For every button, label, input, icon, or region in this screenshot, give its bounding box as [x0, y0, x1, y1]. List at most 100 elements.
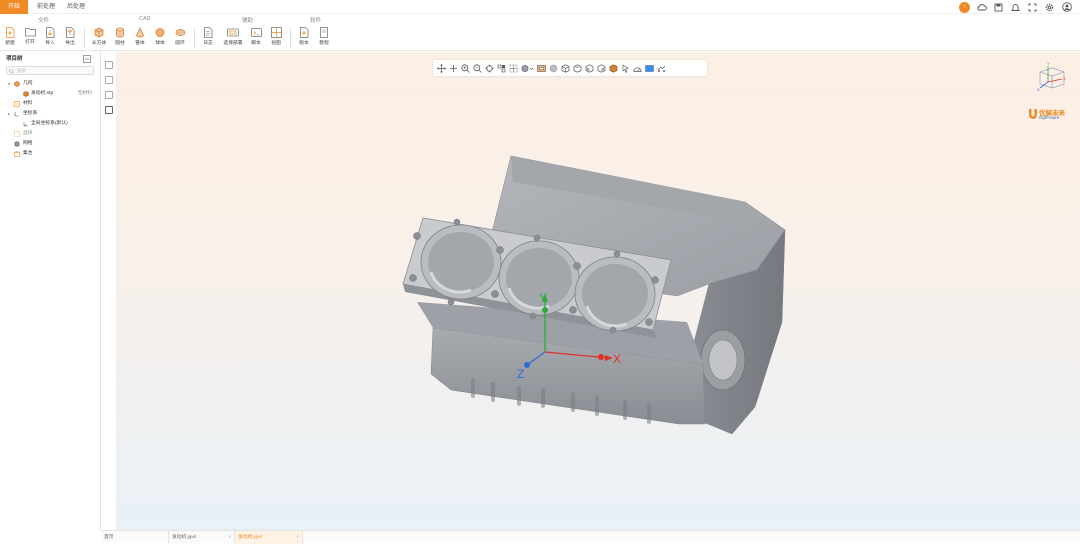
- tree-item-global-coordinate[interactable]: 全局坐标系(默认): [0, 119, 100, 129]
- tree-search-input[interactable]: 搜索: [6, 66, 94, 75]
- save-icon[interactable]: [993, 2, 1004, 13]
- view-button[interactable]: 视图: [267, 27, 285, 46]
- tab-start[interactable]: 开始: [0, 0, 28, 14]
- expand-arrow-icon[interactable]: ▸: [8, 109, 10, 119]
- measure-icon[interactable]: [632, 63, 642, 73]
- axis-y-label: Y: [539, 291, 547, 305]
- script-button-label: 脚本: [251, 41, 261, 46]
- ribbon-separator: [290, 28, 291, 48]
- zoom-in-icon[interactable]: [460, 63, 470, 73]
- tab-document-label: 发动机.yjwl: [172, 535, 196, 540]
- close-icon[interactable]: ×: [228, 531, 231, 544]
- deploy-button[interactable]: 选择部署: [222, 27, 244, 46]
- log-button-label: 日志: [203, 41, 213, 46]
- view-front-icon[interactable]: [560, 63, 570, 73]
- tab-document-active[interactable]: 发动机.yjwl ×: [235, 531, 303, 544]
- collection-icon: [14, 151, 20, 157]
- axis-z-label: Z: [517, 367, 524, 381]
- sphere-button[interactable]: 球体: [151, 27, 169, 46]
- new-button-label: 新建: [5, 41, 15, 46]
- cube-y-label: Y: [1047, 61, 1050, 66]
- version-button[interactable]: 版本: [295, 27, 313, 46]
- expand-arrow-icon[interactable]: ▾: [8, 79, 10, 89]
- mesh-icon: [14, 141, 20, 147]
- tree-item-coordinate-system[interactable]: ▸ 坐标系: [0, 109, 100, 119]
- import-button[interactable]: 导入: [41, 27, 59, 46]
- pan-icon[interactable]: [436, 63, 446, 73]
- log-button[interactable]: 日志: [199, 27, 217, 46]
- tree-item-coordinate-system-label: 坐标系: [23, 111, 38, 116]
- table-icon[interactable]: [105, 106, 113, 114]
- tree-item-collection[interactable]: 集合: [0, 149, 100, 159]
- side-toolstrip: [101, 52, 117, 530]
- cloud-icon[interactable]: [976, 2, 987, 13]
- view-side-icon[interactable]: [584, 63, 594, 73]
- tree-item-mesh[interactable]: 网格: [0, 139, 100, 149]
- engine-block-model[interactable]: Y X Z: [387, 152, 807, 442]
- tab-document[interactable]: 发动机.yjwl ×: [169, 531, 235, 544]
- close-icon[interactable]: ×: [296, 531, 299, 544]
- tab-home[interactable]: 首页: [101, 531, 169, 544]
- tree-item-geometry-label: 几何: [23, 81, 33, 86]
- move-icon[interactable]: [448, 63, 458, 73]
- layers-icon[interactable]: [105, 76, 113, 84]
- tree-item-geometry[interactable]: ▾ 几何: [0, 79, 100, 89]
- book-icon: [320, 27, 328, 38]
- tutorial-button[interactable]: 教程: [315, 27, 333, 46]
- document-tabs: 首页 发动机.yjwl × 发动机.yjwl ×: [101, 530, 1080, 544]
- tree-item-selection[interactable]: 选择: [0, 129, 100, 139]
- export-icon: [66, 27, 75, 38]
- fullscreen-icon[interactable]: [1027, 2, 1038, 13]
- screenshot-icon[interactable]: [656, 63, 666, 73]
- collapse-panel-icon[interactable]: [83, 55, 91, 63]
- display-mode-dropdown[interactable]: [520, 63, 534, 73]
- cube-z-label: Z: [1037, 87, 1040, 92]
- tree-item-engine-stp[interactable]: 发动机.stp 无材料: [0, 89, 100, 99]
- torus-button[interactable]: 圆环: [171, 27, 189, 46]
- cylinder-button[interactable]: 圆柱: [111, 27, 129, 46]
- tab-document-active-label: 发动机.yjwl: [238, 535, 262, 540]
- section-view-icon[interactable]: [536, 63, 546, 73]
- bell-icon[interactable]: [1010, 2, 1021, 13]
- group-title-aux: 辅助: [242, 18, 254, 24]
- version-button-label: 版本: [299, 41, 309, 46]
- fit-view-icon[interactable]: [484, 63, 494, 73]
- group-title-software: 软件: [310, 18, 322, 24]
- new-button[interactable]: 新建: [1, 27, 19, 46]
- search-icon: [9, 68, 14, 74]
- zoom-window-icon[interactable]: [496, 63, 506, 73]
- deploy-button-label: 选择部署: [223, 41, 243, 46]
- project-tree-header: 项目树: [0, 52, 100, 66]
- properties-icon[interactable]: [105, 61, 113, 69]
- view-top-icon[interactable]: [572, 63, 582, 73]
- notice-badge[interactable]: !: [959, 1, 970, 13]
- orientation-cube[interactable]: Y X Z: [1032, 60, 1068, 96]
- tree-item-material[interactable]: 材料: [0, 99, 100, 109]
- tab-preprocess[interactable]: 前处理: [32, 0, 60, 14]
- zoom-out-icon[interactable]: [472, 63, 482, 73]
- 3d-viewport[interactable]: Y X Z 优解未来 OptFuture Y X Z: [117, 52, 1080, 530]
- view-iso-icon[interactable]: [596, 63, 606, 73]
- import-button-label: 导入: [45, 41, 55, 46]
- pointer-select-icon[interactable]: [620, 63, 630, 73]
- part-icon: [23, 91, 29, 97]
- script-button[interactable]: 脚本: [247, 27, 265, 46]
- notice-badge-label: !: [959, 1, 970, 13]
- cylinder-button-label: 圆柱: [115, 41, 125, 46]
- gear-icon[interactable]: [1044, 2, 1055, 13]
- project-tree-panel: 项目树 搜索 ▾ 几何 发动机.stp 无材料 材料 ▸ 坐标系 全局坐标系(默…: [0, 52, 101, 530]
- box-button[interactable]: 长方体: [90, 27, 108, 46]
- open-button[interactable]: 打开: [21, 27, 39, 45]
- folder-icon: [24, 28, 36, 37]
- group-title-cad: CAD: [139, 16, 151, 22]
- shaded-view-icon[interactable]: [548, 63, 558, 73]
- view-button-label: 视图: [271, 41, 281, 46]
- export-button[interactable]: 导出: [61, 27, 79, 46]
- user-icon[interactable]: [1061, 2, 1072, 13]
- view-solid-icon[interactable]: [608, 63, 618, 73]
- background-color-icon[interactable]: [644, 63, 654, 73]
- grid-select-icon[interactable]: [508, 63, 518, 73]
- cone-button[interactable]: 锥体: [131, 27, 149, 46]
- list-icon[interactable]: [105, 91, 113, 99]
- tab-postprocess[interactable]: 后处理: [62, 0, 90, 14]
